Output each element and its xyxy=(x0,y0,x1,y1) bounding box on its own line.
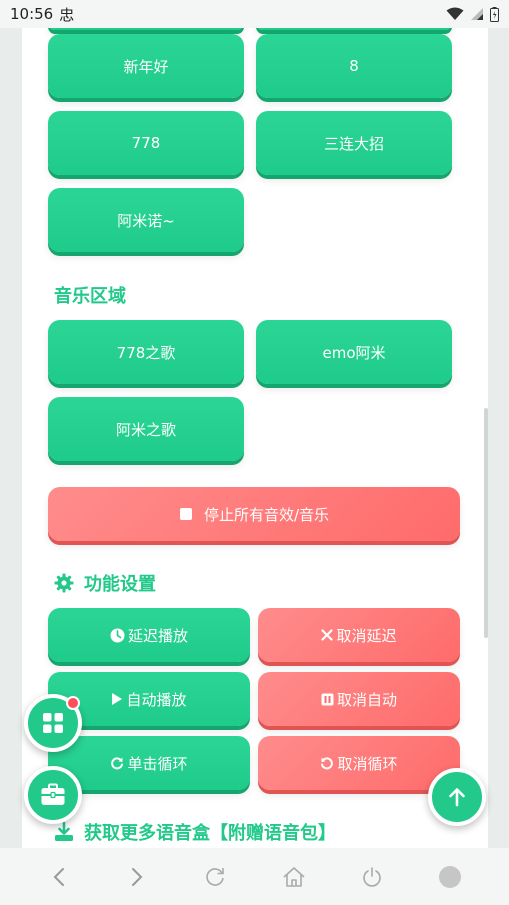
music-section-title: 音乐区域 xyxy=(54,286,126,307)
status-carrier-glyph: 忠 xyxy=(59,5,75,24)
stop-all-label: 停止所有音效/音乐 xyxy=(203,505,330,524)
voice-button-label: 阿米诺~ xyxy=(117,211,175,230)
cancel-delay-button[interactable]: 取消延迟 xyxy=(258,608,460,662)
home-button[interactable] xyxy=(274,857,314,897)
music-button-778-song[interactable]: 778之歌 xyxy=(48,320,244,384)
play-icon xyxy=(111,692,123,706)
delay-play-label: 延迟播放 xyxy=(127,626,188,645)
status-time: 10:56 xyxy=(10,5,54,23)
status-icons xyxy=(446,6,499,22)
voice-button-aminuo[interactable]: 阿米诺~ xyxy=(48,188,244,252)
scrollbar[interactable] xyxy=(484,408,488,638)
circle-icon xyxy=(438,865,461,888)
voice-button-label: 8 xyxy=(349,57,359,75)
refresh-button[interactable] xyxy=(195,857,235,897)
more-section-title[interactable]: 获取更多语音盒【附赠语音包】 xyxy=(54,819,336,845)
single-loop-label: 单击循环 xyxy=(127,754,188,773)
pause-icon xyxy=(321,693,334,706)
main-content[interactable]: 新年好 8 778 三连大招 阿米诺~ 音乐区域 778之歌 emo阿米 阿米之… xyxy=(22,28,488,848)
refresh-icon xyxy=(206,867,225,886)
voice-button-8[interactable]: 8 xyxy=(256,34,452,98)
signal-icon xyxy=(471,8,483,20)
voice-button-label: 新年好 xyxy=(123,57,169,76)
battery-icon xyxy=(490,6,499,22)
toolbox-fab[interactable] xyxy=(24,766,82,824)
cancel-delay-label: 取消延迟 xyxy=(336,626,397,645)
status-bar: 10:56 忠 xyxy=(0,0,509,28)
cancel-loop-label: 取消循环 xyxy=(337,754,398,773)
delay-play-button[interactable]: 延迟播放 xyxy=(48,608,250,662)
music-button-label: 阿米之歌 xyxy=(115,420,176,439)
notification-badge xyxy=(66,696,80,710)
menu-button[interactable] xyxy=(430,857,470,897)
cancel-auto-button[interactable]: 取消自动 xyxy=(258,672,460,726)
undo-icon xyxy=(320,756,334,770)
voice-button-label: 778 xyxy=(131,134,161,152)
home-icon xyxy=(283,866,305,887)
browser-nav-bar xyxy=(0,848,509,905)
voice-button-partial[interactable] xyxy=(256,28,452,30)
arrow-up-icon xyxy=(449,788,465,807)
voice-button-partial[interactable] xyxy=(48,28,244,30)
power-icon xyxy=(362,866,381,887)
back-button[interactable] xyxy=(39,857,79,897)
scroll-to-top-fab[interactable] xyxy=(428,768,486,826)
cancel-auto-label: 取消自动 xyxy=(336,690,397,709)
stop-icon xyxy=(179,507,193,521)
clock-icon xyxy=(110,628,125,643)
grid-icon xyxy=(43,713,63,733)
voice-button-xinnianhao[interactable]: 新年好 xyxy=(48,34,244,98)
voice-button-label: 三连大招 xyxy=(323,134,384,153)
music-button-label: emo阿米 xyxy=(322,343,386,362)
gear-icon xyxy=(54,573,74,593)
music-button-label: 778之歌 xyxy=(116,343,176,362)
voice-button-778[interactable]: 778 xyxy=(48,111,244,175)
toolbox-icon xyxy=(41,783,65,805)
power-button[interactable] xyxy=(352,857,392,897)
voice-button-sanliandazhao[interactable]: 三连大招 xyxy=(256,111,452,175)
stop-all-button[interactable]: 停止所有音效/音乐 xyxy=(48,487,460,541)
close-icon xyxy=(321,629,334,641)
auto-play-label: 自动播放 xyxy=(126,690,187,709)
wifi-icon xyxy=(446,7,464,20)
chevron-right-icon xyxy=(132,867,143,886)
music-button-emo-ami[interactable]: emo阿米 xyxy=(256,320,452,384)
forward-button[interactable] xyxy=(117,857,157,897)
chevron-left-icon xyxy=(53,867,65,886)
download-icon xyxy=(54,822,74,842)
redo-icon xyxy=(110,756,124,770)
cancel-loop-button[interactable]: 取消循环 xyxy=(258,736,460,790)
settings-section-title: 功能设置 xyxy=(54,570,156,596)
music-button-ami-song[interactable]: 阿米之歌 xyxy=(48,397,244,461)
grid-menu-fab[interactable] xyxy=(24,694,82,752)
